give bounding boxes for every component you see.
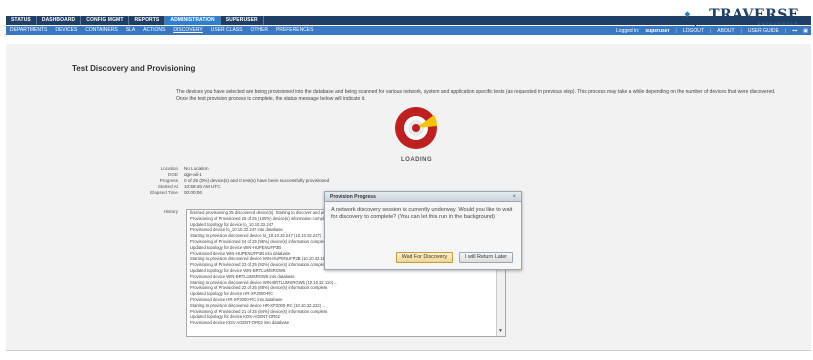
- return-later-button[interactable]: I will Return Later: [459, 252, 513, 263]
- divider: |: [675, 27, 677, 34]
- logged-in-label: Logged in:: [615, 27, 640, 34]
- divider: |: [784, 27, 787, 34]
- footer-divider: [6, 350, 811, 351]
- about-link[interactable]: ABOUT: [714, 28, 737, 34]
- dialog-title: Provision Progress: [330, 193, 376, 200]
- dialog-titlebar[interactable]: Provision Progress ×: [325, 192, 521, 202]
- elapsed-label: Elapsed Time: [150, 190, 178, 195]
- help-icon[interactable]: ⊶: [789, 28, 800, 34]
- user-menu: Logged in: superuser | LOGOUT | ABOUT | …: [613, 28, 811, 34]
- info-row-elapsed: Elapsed Time 00:00:06: [124, 190, 329, 196]
- divider: |: [740, 27, 742, 34]
- subnav-actions[interactable]: ACTIONS: [139, 26, 169, 35]
- settings-icon[interactable]: ▣: [800, 28, 811, 34]
- history-line: Provisioned device KDS-AGENT-OR02 into d…: [190, 320, 290, 326]
- page-description: The devices you have selected are being …: [176, 89, 776, 102]
- tab-reports[interactable]: REPORTS: [129, 16, 166, 25]
- dialog-message: A network discovery session is currently…: [331, 207, 513, 220]
- subnav-departments[interactable]: DEPARTMENTS: [6, 26, 51, 35]
- subnav-discovery[interactable]: DISCOVERY: [169, 26, 206, 35]
- brand-area: ◆ Kaseya TRAVERSE DATACENTER: [671, 6, 799, 27]
- user-guide-link[interactable]: USER GUIDE: [745, 28, 782, 34]
- subnav-sla[interactable]: SLA: [122, 26, 139, 35]
- subnav-user-class[interactable]: USER CLASS: [207, 26, 247, 35]
- loading-label: LOADING: [401, 157, 433, 163]
- tab-administration[interactable]: ADMINISTRATION: [165, 16, 221, 25]
- kaseya-logo: ◆ Kaseya: [671, 11, 704, 27]
- username: superuser: [645, 27, 670, 34]
- dialog-buttons: Wait For Discovery I will Return Later: [325, 252, 521, 263]
- tab-dashboard[interactable]: DASHBOARD: [37, 16, 82, 25]
- logout-link[interactable]: LOGOUT: [680, 28, 707, 34]
- divider: |: [709, 27, 712, 34]
- kaseya-wordmark: Kaseya: [671, 17, 704, 27]
- provision-info: Location No Location DGE dge-ali-1 Progr…: [124, 166, 329, 196]
- traverse-wordmark: TRAVERSE: [709, 7, 799, 23]
- loading-spinner-icon: [395, 107, 438, 149]
- tab-config-mgmt[interactable]: CONFIG MGMT: [81, 16, 130, 25]
- tab-superuser[interactable]: SUPERUSER: [221, 16, 264, 25]
- subnav-devices[interactable]: DEVICES: [51, 26, 81, 35]
- subnav-other[interactable]: OTHER: [246, 26, 272, 35]
- sub-nav: DEPARTMENTS DEVICES CONTAINERS SLA ACTIO…: [6, 26, 811, 35]
- tab-status[interactable]: STATUS: [6, 16, 37, 25]
- subnav-preferences[interactable]: PREFERENCES: [272, 26, 318, 35]
- traverse-logo: TRAVERSE DATACENTER: [709, 8, 799, 26]
- close-icon[interactable]: ×: [512, 194, 516, 200]
- main-content: Test Discovery and Provisioning The devi…: [6, 44, 811, 350]
- page-title: Test Discovery and Provisioning: [72, 64, 196, 73]
- elapsed-value: 00:00:06: [184, 190, 202, 195]
- history-label: History: [163, 209, 178, 214]
- subnav-containers[interactable]: CONTAINERS: [81, 26, 121, 35]
- chevron-down-icon[interactable]: ▼: [497, 328, 504, 334]
- wait-for-discovery-button[interactable]: Wait For Discovery: [395, 252, 454, 263]
- provision-progress-dialog: Provision Progress × A network discovery…: [324, 191, 522, 270]
